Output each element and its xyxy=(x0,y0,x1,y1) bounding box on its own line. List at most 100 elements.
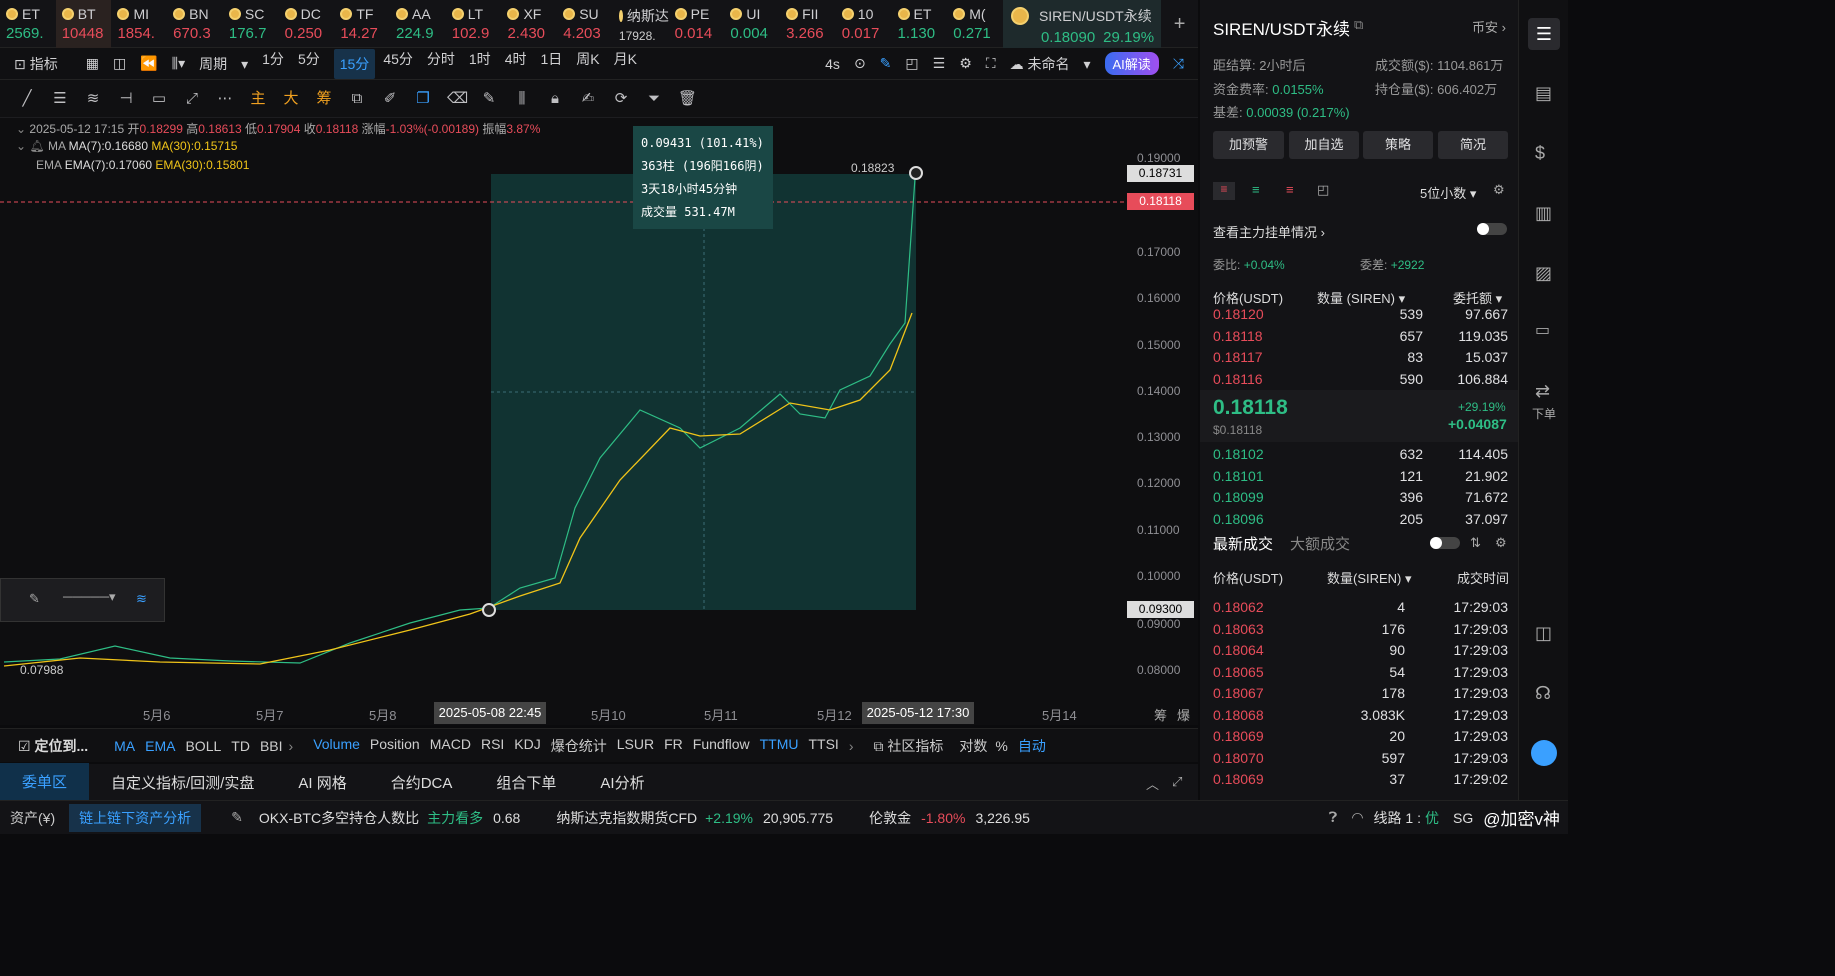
order-label[interactable]: 下单 xyxy=(1532,405,1556,422)
whale-toggle[interactable] xyxy=(1477,223,1507,235)
main-tool[interactable]: 主 xyxy=(249,90,267,108)
bottom-tab-4[interactable]: 组合下单 xyxy=(474,764,578,801)
strategy-button[interactable]: 策略 xyxy=(1363,131,1433,159)
sub-ind-1[interactable]: Position xyxy=(370,736,420,756)
ticker-tab[interactable]: BT 10448 xyxy=(55,0,112,48)
doc-icon[interactable]: ▤ xyxy=(1535,83,1552,104)
cloud-layout[interactable]: ☁ 未命名 ▾ xyxy=(1010,54,1091,74)
bid-row[interactable]: 0.18101 121 21.902 xyxy=(1213,468,1508,489)
drawing-float-panel[interactable]: ✎ ─────▾ ≋ xyxy=(0,578,165,622)
ticker-tab[interactable]: UI 0.004 xyxy=(724,0,780,48)
ticker-tab[interactable]: LT 102.9 xyxy=(446,0,502,48)
ticker-tab[interactable]: FII 3.266 xyxy=(780,0,836,48)
menu-icon[interactable]: ☰ xyxy=(1528,18,1560,50)
trade-row[interactable]: 0.18064 90 17:29:03 xyxy=(1213,642,1508,663)
interval-3[interactable]: 45分 xyxy=(383,49,413,79)
interval-2[interactable]: 15分 xyxy=(333,48,376,79)
filter-icon[interactable]: ⏷ xyxy=(645,90,663,108)
ob-header-total[interactable]: 委托额 ▾ xyxy=(1453,288,1502,307)
lock-icon[interactable]: 🔒︎ xyxy=(546,90,564,108)
decimals-select[interactable]: 5位小数 ▾ xyxy=(1420,183,1476,202)
note-icon[interactable]: ✍ xyxy=(579,90,597,108)
indicator-button[interactable]: ⊡ 指标 xyxy=(14,54,72,74)
bar-chart-icon[interactable]: ▥ xyxy=(1535,203,1552,224)
x-extra-chips[interactable]: 筹 xyxy=(1154,705,1167,724)
bottom-tab-5[interactable]: AI分析 xyxy=(578,764,666,801)
style-icon[interactable]: ≋ xyxy=(136,591,147,607)
edit-icon[interactable]: ✎ xyxy=(231,809,243,826)
collapse-up-icon[interactable]: ︿ xyxy=(1146,774,1159,793)
main-ind-1[interactable]: EMA xyxy=(145,738,175,754)
brush-icon[interactable]: ✐ xyxy=(381,90,399,108)
trades-toggle[interactable] xyxy=(1430,537,1460,549)
interval-7[interactable]: 1日 xyxy=(540,49,562,79)
tab-big-trades[interactable]: 大额成交 xyxy=(1290,533,1350,554)
active-ticker-tab[interactable]: SIREN/USDT永续 0.18090 29.19% xyxy=(1002,0,1162,48)
main-ind-0[interactable]: MA xyxy=(114,738,135,754)
interval-8[interactable]: 周K xyxy=(576,49,599,79)
bottom-tab-1[interactable]: 自定义指标/回测/实盘 xyxy=(89,764,276,801)
bid-row[interactable]: 0.18096 205 37.097 xyxy=(1213,511,1508,532)
ticker-tab[interactable]: 纳斯达 17928. xyxy=(613,0,669,48)
sort-icon[interactable]: ⇅ xyxy=(1470,535,1481,551)
exchange-link[interactable]: 币安 › xyxy=(1472,17,1506,36)
ob-asks-icon[interactable]: ≡ xyxy=(1286,182,1294,197)
whale-orders-link[interactable]: 查看主力挂单情况 › xyxy=(1213,222,1325,241)
interval-1[interactable]: 5分 xyxy=(298,49,320,79)
ask-row[interactable]: 0.18120 539 97.667 xyxy=(1213,306,1508,327)
price-chart[interactable]: ⌄ 2025-05-12 17:15 开0.18299 高0.18613 低0.… xyxy=(0,118,1198,725)
draw-icon[interactable]: ✎ xyxy=(480,90,498,108)
ticker-tab[interactable]: XF 2.430 xyxy=(501,0,557,48)
ticker-tab[interactable]: ET 2569. xyxy=(0,0,56,48)
interval-0[interactable]: 1分 xyxy=(262,49,284,79)
ob-both-icon[interactable]: ≡ xyxy=(1213,182,1235,200)
trade-row[interactable]: 0.18070 597 17:29:03 xyxy=(1213,750,1508,771)
ticker-tab[interactable]: TF 14.27 xyxy=(334,0,390,48)
layout-icon[interactable]: ◫ xyxy=(113,55,126,72)
collapse-icon[interactable]: ⌄ xyxy=(16,122,26,136)
ai-button[interactable]: AI解读 xyxy=(1104,52,1159,75)
pen-icon[interactable]: ✎ xyxy=(29,591,40,607)
candle-icon[interactable]: ⫼ xyxy=(513,90,531,108)
chart-canvas[interactable] xyxy=(0,118,1198,725)
etf-icon[interactable]: ▭ xyxy=(1535,320,1550,340)
ask-row[interactable]: 0.18116 590 106.884 xyxy=(1213,371,1508,392)
sub-ind-10[interactable]: TTSI xyxy=(808,736,838,756)
expand-icon[interactable]: ⤢ xyxy=(1172,774,1182,790)
sub-ind-0[interactable]: Volume xyxy=(313,736,360,756)
measure-end-handle[interactable] xyxy=(909,166,923,180)
interval-9[interactable]: 月K xyxy=(614,49,637,79)
gear-icon[interactable]: ⚙ xyxy=(959,55,972,72)
chips-tool[interactable]: 筹 xyxy=(315,90,333,108)
popout-icon[interactable]: ⧉ xyxy=(1354,17,1363,33)
headset-icon[interactable]: ☊ xyxy=(1535,683,1551,704)
chevron-right-icon[interactable]: › xyxy=(289,738,294,754)
bot-icon[interactable] xyxy=(1531,740,1557,766)
main-ind-4[interactable]: BBI xyxy=(260,738,283,754)
trades-settings-icon[interactable]: ⚙ xyxy=(1495,535,1507,551)
help-icon[interactable]: ❓︎ xyxy=(1329,809,1337,826)
ticker-tab[interactable]: ET 1.130 xyxy=(892,0,948,48)
trade-row[interactable]: 0.18062 4 17:29:03 xyxy=(1213,599,1508,620)
trade-row[interactable]: 0.18065 54 17:29:03 xyxy=(1213,664,1508,685)
log-toggle[interactable]: 对数 xyxy=(959,736,987,756)
ticker-tab[interactable]: SC 176.7 xyxy=(223,0,279,48)
community-indicators[interactable]: ⧉ 社区指标 xyxy=(874,736,944,756)
ask-row[interactable]: 0.18117 83 15.037 xyxy=(1213,349,1508,370)
ticker-tab[interactable]: BN 670.3 xyxy=(167,0,223,48)
main-ind-2[interactable]: BOLL xyxy=(185,738,221,754)
sub-ind-3[interactable]: RSI xyxy=(481,736,504,756)
bottom-tab-2[interactable]: AI 网格 xyxy=(276,764,368,801)
magnet-icon[interactable]: ⟳ xyxy=(612,90,630,108)
add-tab-icon[interactable]: + xyxy=(1161,0,1198,47)
settings-icon[interactable]: ⚙ xyxy=(1493,182,1505,198)
main-ind-3[interactable]: TD xyxy=(231,738,250,754)
ticker-tab[interactable]: 10 0.017 xyxy=(836,0,892,48)
rect-icon[interactable]: ▭ xyxy=(150,90,168,108)
copy-icon[interactable]: ❐ xyxy=(414,90,432,108)
x-extra-liq[interactable]: 爆 xyxy=(1177,705,1190,724)
sub-ind-6[interactable]: LSUR xyxy=(617,736,654,756)
camera-icon[interactable]: ⊙ xyxy=(854,55,866,72)
bottom-tab-0[interactable]: 委单区 xyxy=(0,762,90,802)
ray-icon[interactable]: ⊣ xyxy=(117,90,135,108)
